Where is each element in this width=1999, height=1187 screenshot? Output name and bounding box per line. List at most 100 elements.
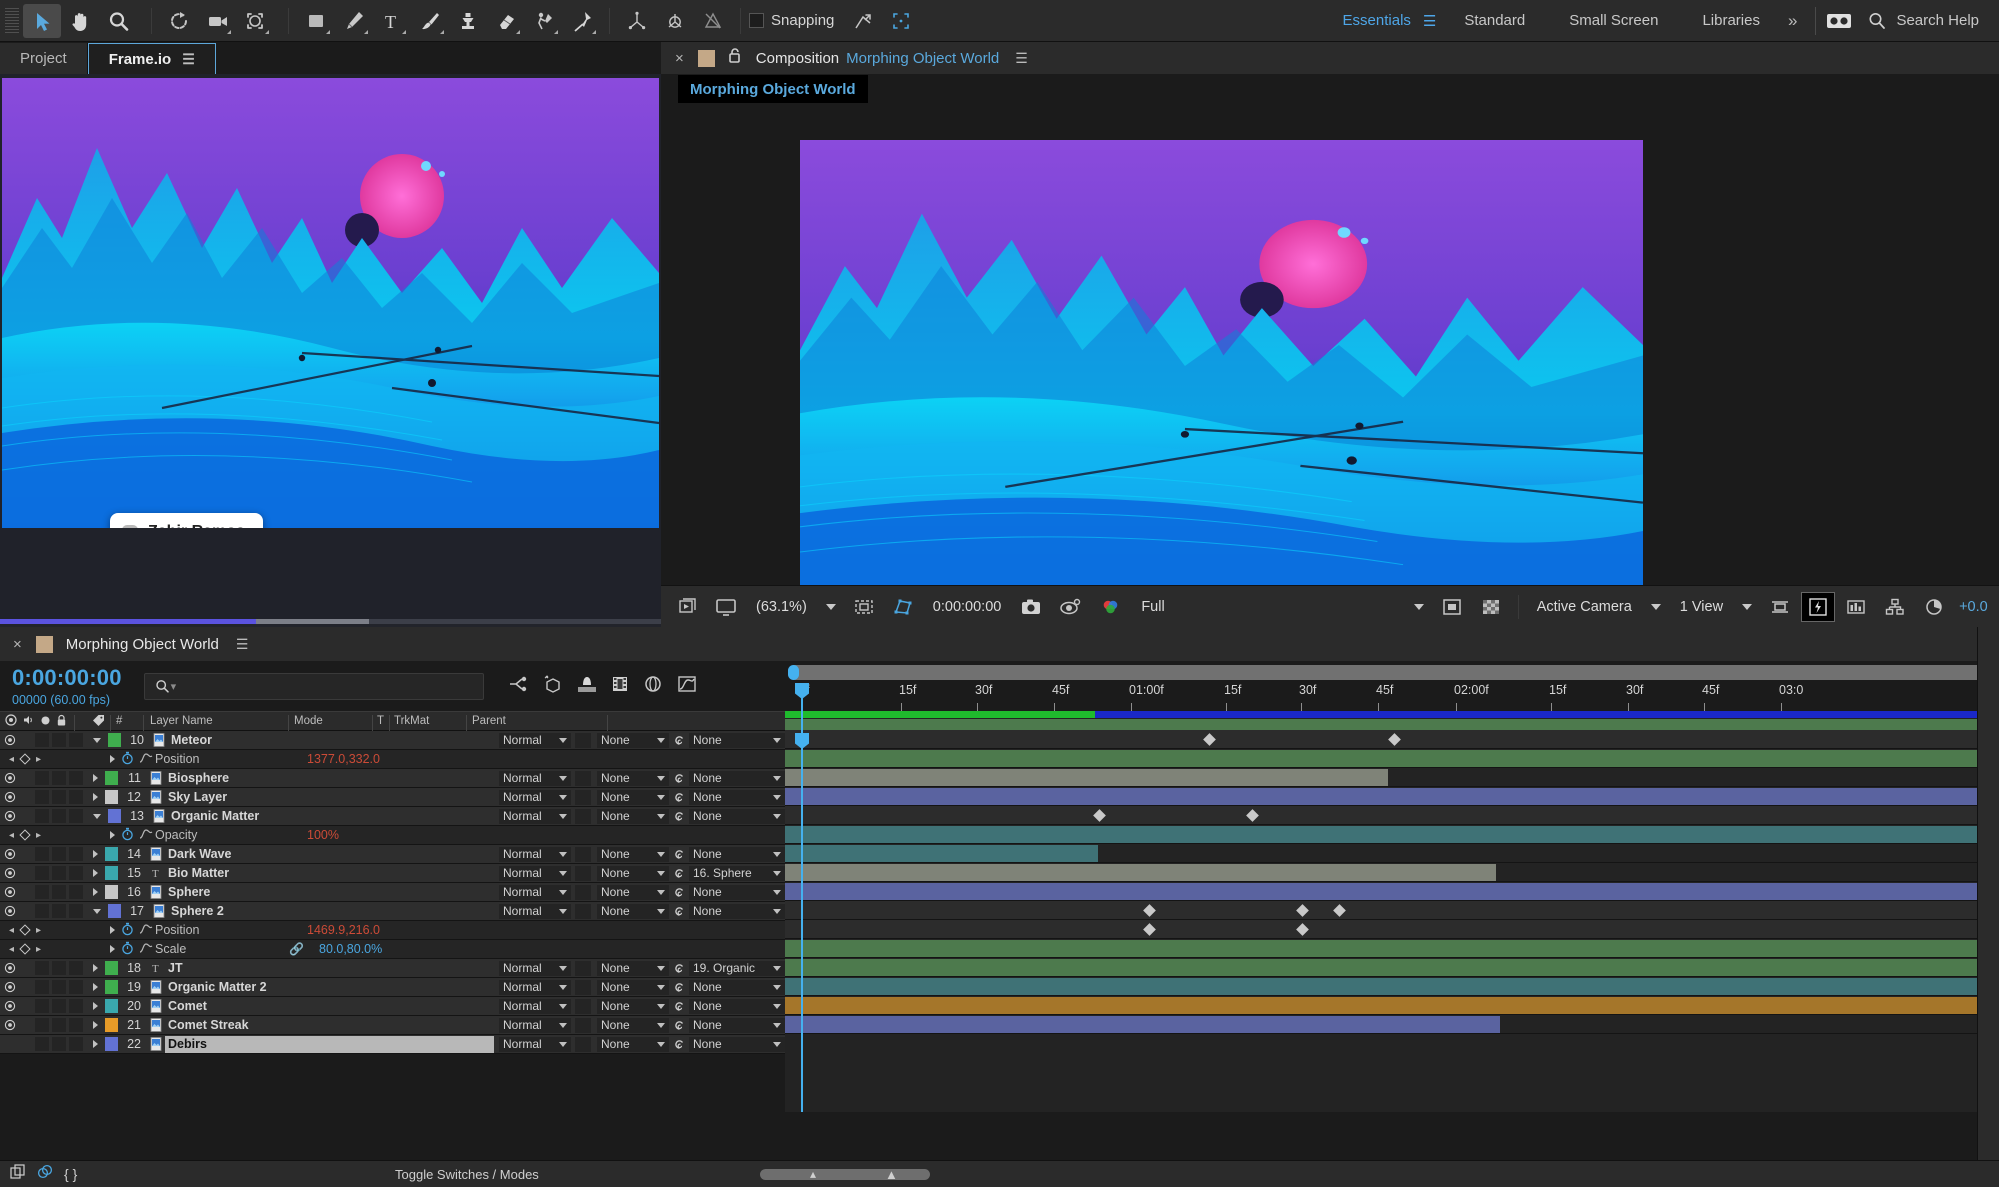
parent-dropdown[interactable]: None — [689, 789, 785, 805]
keyframe-marker[interactable] — [1296, 923, 1309, 936]
layer-row[interactable]: 11 Biosphere Normal None None — [0, 769, 785, 788]
parent-dropdown[interactable]: 19. Organic — [689, 960, 785, 976]
preserve-transparency-switch[interactable] — [575, 1036, 591, 1052]
parent-pickwhip-icon[interactable] — [669, 962, 689, 975]
prev-keyframe-icon[interactable]: ◂ — [9, 830, 14, 841]
panel-menu-icon[interactable]: ☰ — [182, 51, 195, 68]
parent-dropdown[interactable]: None — [689, 979, 785, 995]
graph-editor-icon[interactable] — [139, 827, 153, 843]
lock-switch[interactable] — [69, 961, 83, 975]
solo-switch[interactable] — [52, 1018, 66, 1032]
layer-name[interactable]: Dark Wave — [165, 846, 494, 863]
stopwatch-icon[interactable] — [121, 941, 134, 958]
lock-switch[interactable] — [69, 809, 83, 823]
audio-toggle-switch[interactable] — [35, 866, 49, 880]
zoom-tool-icon[interactable] — [99, 4, 137, 38]
layer-duration-bar[interactable] — [785, 845, 1098, 862]
parent-pickwhip-icon[interactable] — [669, 981, 689, 994]
layer-row[interactable]: 21 Comet Streak Normal None None — [0, 1016, 785, 1035]
shape-tool-icon[interactable] — [297, 4, 335, 38]
link-icon[interactable]: 🔗 — [289, 942, 304, 956]
layer-switches-icon[interactable] — [10, 1163, 26, 1185]
layer-color-chip[interactable] — [105, 790, 118, 804]
lock-switch[interactable] — [69, 885, 83, 899]
blend-mode-dropdown[interactable]: Normal — [499, 884, 571, 900]
layer-name[interactable]: JT — [165, 960, 494, 977]
layer-color-chip[interactable] — [108, 809, 121, 823]
solo-switch[interactable] — [52, 733, 66, 747]
layer-track-row[interactable] — [785, 749, 1999, 768]
keyframe-marker[interactable] — [1388, 733, 1401, 746]
parent-pickwhip-icon[interactable] — [669, 905, 689, 918]
property-track-row[interactable] — [785, 730, 1999, 749]
timecode-display[interactable]: 0:00:00:00 00000 (60.00 fps) — [12, 665, 122, 707]
layer-expand-icon[interactable] — [93, 1021, 98, 1029]
layer-row[interactable]: 15 T Bio Matter Normal None 16. Sphere — [0, 864, 785, 883]
parent-pickwhip-icon[interactable] — [669, 772, 689, 785]
view-layout-value[interactable]: Active Camera — [1528, 599, 1641, 615]
local-axis-mode-icon[interactable] — [618, 4, 656, 38]
video-toggle-icon[interactable] — [0, 905, 19, 917]
blend-mode-dropdown[interactable]: Normal — [499, 998, 571, 1014]
parent-pickwhip-icon[interactable] — [669, 1038, 689, 1051]
preserve-transparency-switch[interactable] — [575, 903, 591, 919]
parent-dropdown[interactable]: None — [689, 1017, 785, 1033]
3d-view-icon[interactable] — [1877, 592, 1913, 622]
parent-dropdown[interactable]: None — [689, 732, 785, 748]
composition-current-time[interactable]: 0:00:00:00 — [924, 599, 1011, 615]
blend-mode-dropdown[interactable]: Normal — [499, 1036, 571, 1052]
layer-track-row[interactable] — [785, 863, 1999, 882]
property-expand-icon[interactable] — [110, 831, 115, 839]
toggle-switches-modes-button[interactable]: Toggle Switches / Modes — [395, 1167, 539, 1182]
property-track-row[interactable] — [785, 920, 1999, 939]
layer-name[interactable]: Organic Matter — [168, 808, 494, 825]
layer-name[interactable]: Bio Matter — [165, 865, 494, 882]
layer-track-row[interactable] — [785, 1015, 1999, 1034]
layer-name[interactable]: Debirs — [165, 1035, 494, 1053]
preserve-transparency-switch[interactable] — [575, 979, 591, 995]
workspace-essentials[interactable]: Essentials — [1321, 0, 1417, 41]
property-row[interactable]: ◂ ▸ Position 1469.9,216.0 — [0, 921, 785, 940]
always-preview-icon[interactable] — [671, 592, 705, 622]
property-row[interactable]: ◂ ▸ Scale 🔗 80.0,80.0% — [0, 940, 785, 959]
timeline-zoom-scrollbar[interactable] — [788, 665, 1996, 680]
horizontal-scrollbar[interactable] — [760, 1168, 930, 1180]
search-icon[interactable] — [1858, 4, 1896, 38]
clone-stamp-tool-icon[interactable] — [449, 4, 487, 38]
layer-row[interactable]: 20 Comet Normal None None — [0, 997, 785, 1016]
layer-track-row[interactable] — [785, 825, 1999, 844]
lock-switch[interactable] — [69, 1018, 83, 1032]
solo-switch[interactable] — [52, 771, 66, 785]
property-expand-icon[interactable] — [110, 945, 115, 953]
layer-track-row[interactable] — [785, 882, 1999, 901]
layer-row[interactable]: 16 Sphere Normal None None — [0, 883, 785, 902]
video-toggle-icon[interactable] — [0, 962, 19, 974]
audio-toggle-switch[interactable] — [35, 1037, 49, 1051]
search-input[interactable]: ▾ — [143, 672, 484, 700]
selection-tool-icon[interactable] — [23, 3, 61, 38]
keyframe-marker[interactable] — [1296, 904, 1309, 917]
blend-mode-dropdown[interactable]: Normal — [499, 770, 571, 786]
pen-tool-icon[interactable] — [335, 4, 373, 38]
video-toggle-icon[interactable] — [0, 772, 19, 784]
parent-dropdown[interactable]: None — [689, 808, 785, 824]
audio-toggle-switch[interactable] — [35, 771, 49, 785]
layer-duration-bar[interactable] — [785, 719, 1999, 730]
layer-color-chip[interactable] — [105, 961, 118, 975]
transparency-grid-icon[interactable] — [885, 592, 921, 622]
next-keyframe-icon[interactable]: ▸ — [36, 754, 41, 765]
layer-expand-icon[interactable] — [93, 964, 98, 972]
layer-duration-bar[interactable] — [785, 788, 1999, 805]
track-matte-dropdown[interactable]: None — [597, 846, 669, 862]
keyframe-marker[interactable] — [1203, 733, 1216, 746]
layer-duration-bar[interactable] — [785, 1016, 1500, 1033]
audio-toggle-switch[interactable] — [35, 885, 49, 899]
keyframe-marker[interactable] — [1143, 923, 1156, 936]
track-matte-dropdown[interactable]: None — [597, 770, 669, 786]
parent-pickwhip-icon[interactable] — [669, 1019, 689, 1032]
parent-pickwhip-icon[interactable] — [669, 848, 689, 861]
frame-blending-icon[interactable] — [610, 674, 630, 699]
audio-toggle-icon[interactable] — [22, 714, 35, 729]
lock-switch[interactable] — [69, 790, 83, 804]
property-row[interactable]: ◂ ▸ Opacity 100% — [0, 826, 785, 845]
